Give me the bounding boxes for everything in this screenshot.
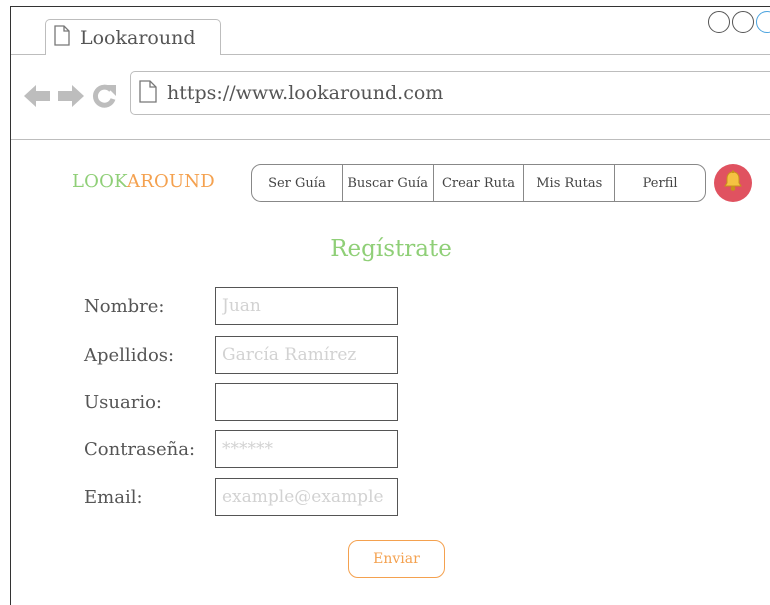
nav-item-ser-guia[interactable]: Ser Guía	[252, 165, 343, 201]
page-icon	[54, 25, 70, 50]
url-field[interactable]: https://www.lookaround.com	[130, 71, 770, 115]
page-icon	[139, 79, 157, 107]
nombre-input[interactable]	[215, 287, 398, 325]
form-row-contrasena: Contraseña:	[84, 430, 398, 468]
form-row-email: Email:	[84, 478, 398, 516]
back-arrow-icon[interactable]	[23, 83, 51, 113]
usuario-input[interactable]	[215, 383, 398, 421]
form-row-nombre: Nombre:	[84, 287, 398, 325]
apellidos-input[interactable]	[215, 336, 398, 374]
nav-item-buscar-guia[interactable]: Buscar Guía	[343, 165, 434, 201]
usuario-label: Usuario:	[84, 391, 162, 413]
notifications-button[interactable]	[714, 164, 752, 202]
submit-button[interactable]: Enviar	[348, 540, 445, 578]
nav-item-crear-ruta[interactable]: Crear Ruta	[434, 165, 525, 201]
email-input[interactable]	[215, 478, 398, 516]
form-row-usuario: Usuario:	[84, 383, 398, 421]
nav-item-mis-rutas[interactable]: Mis Rutas	[524, 165, 616, 201]
brand-logo[interactable]: LOOKAROUND	[72, 171, 215, 192]
browser-window: Lookaround https://www.lookaround.com LO…	[10, 6, 770, 605]
bell-icon	[723, 170, 743, 196]
apellidos-label: Apellidos:	[84, 344, 175, 366]
browser-tab[interactable]: Lookaround	[45, 19, 221, 55]
main-nav: Ser Guía Buscar Guía Crear Ruta Mis Ruta…	[251, 164, 706, 202]
nav-controls	[23, 83, 117, 113]
tab-title: Lookaround	[80, 26, 196, 49]
tab-bar: Lookaround	[11, 7, 770, 55]
form-row-apellidos: Apellidos:	[84, 336, 398, 374]
nav-item-perfil[interactable]: Perfil	[615, 165, 705, 201]
forward-arrow-icon[interactable]	[57, 83, 85, 113]
nombre-label: Nombre:	[84, 295, 165, 317]
window-controls	[708, 11, 770, 33]
contrasena-label: Contraseña:	[84, 438, 196, 460]
window-control-icon[interactable]	[732, 11, 754, 33]
email-label: Email:	[84, 486, 143, 508]
form-title: Regístrate	[330, 236, 452, 262]
window-control-icon[interactable]	[708, 11, 730, 33]
address-bar: https://www.lookaround.com	[11, 55, 770, 140]
password-input[interactable]	[215, 430, 398, 468]
reload-icon[interactable]	[91, 83, 117, 113]
window-control-icon[interactable]	[756, 11, 770, 33]
url-text: https://www.lookaround.com	[167, 82, 444, 104]
brand-around: AROUND	[127, 171, 215, 192]
brand-look: LOOK	[72, 171, 127, 192]
